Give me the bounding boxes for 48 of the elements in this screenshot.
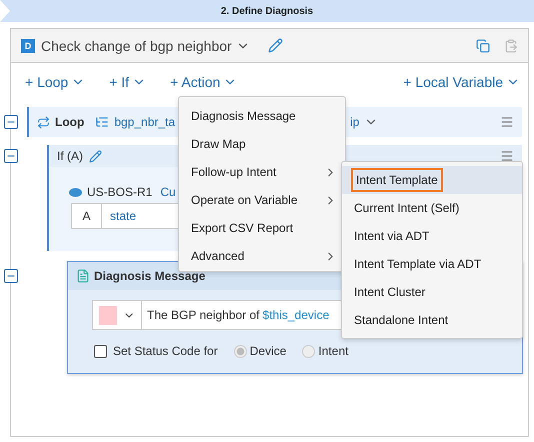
table-name[interactable]: bgp_nbr_ta [114,115,176,129]
menu-item[interactable]: Follow-up Intent [179,158,345,186]
document-icon [76,269,90,283]
radio-label: Device [250,344,286,358]
collapse-icon[interactable] [4,269,18,283]
device-link[interactable]: Cu [160,185,176,199]
table-name-tail: ip [350,115,360,129]
color-picker[interactable] [92,300,142,330]
menu-item[interactable]: Intent Template via ADT [342,250,522,278]
menu-item[interactable]: Intent Cluster [342,278,522,306]
step-title: 2. Define Diagnosis [220,6,314,16]
menu-item[interactable]: Draw Map [179,130,345,158]
loop-label: Loop [55,115,84,129]
edit-icon[interactable] [89,150,102,162]
status-label: Set Status Code for [113,344,218,358]
radio-label: Intent [318,344,348,358]
status-checkbox[interactable] [94,344,107,358]
edit-icon[interactable] [268,38,283,53]
if-label: If (A) [57,149,83,163]
radio-button[interactable] [234,344,247,358]
add-variable-button[interactable]: + Local Variable [403,74,520,90]
copy-icon[interactable] [476,38,490,52]
message-field[interactable]: The BGP neighbor of $this_device [142,300,342,330]
condition-value: state [109,208,136,225]
diagnosis-badge: D [21,38,35,52]
collapse-icon[interactable] [4,115,18,129]
menu-item[interactable]: Intent via ADT [342,222,522,250]
list-icon [95,115,110,129]
add-menu-button[interactable]: + If [109,74,146,90]
condition-name: A [72,204,102,228]
device-name: US-BOS-R1 [87,185,152,199]
menu-icon[interactable] [500,115,514,129]
menu-item[interactable]: Diagnosis Message [179,102,345,130]
add-menu-button[interactable]: + Loop [25,74,86,90]
menu-item[interactable]: Standalone Intent [342,306,522,334]
loop-icon [37,116,50,128]
diagnosis-title[interactable]: Check change of bgp neighbor [41,38,250,54]
menu-icon[interactable] [500,149,514,163]
radio-button[interactable] [302,344,316,358]
menu-item[interactable]: Intent Template [342,166,522,194]
message-title: Diagnosis Message [94,269,206,283]
menu-item[interactable]: Current Intent (Self) [342,194,522,222]
menu-item[interactable]: Operate on Variable [179,186,345,214]
router-icon [69,188,82,196]
menu-item[interactable]: Export CSV Report [179,214,345,242]
collapse-icon[interactable] [4,149,18,163]
menu-item[interactable]: Advanced [179,242,345,270]
add-menu-button[interactable]: + Action [170,74,238,90]
